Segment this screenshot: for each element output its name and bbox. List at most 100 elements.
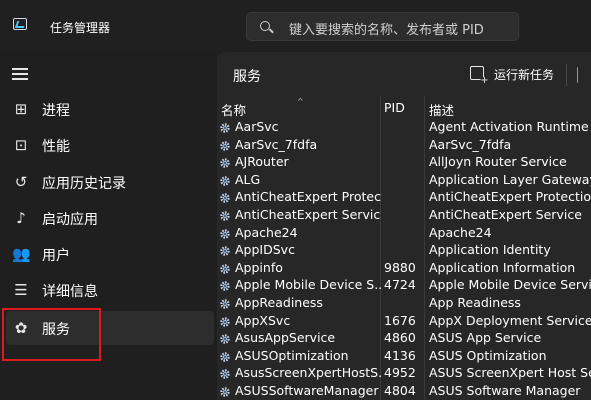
- start-service-icon[interactable]: [577, 67, 586, 81]
- sidebar-item-label: 启动应用: [42, 212, 98, 228]
- service-name: AarSvc: [235, 119, 279, 134]
- gear-icon: [219, 385, 231, 397]
- table-row[interactable]: ALG Application Layer Gateway Serv: [217, 171, 591, 189]
- services-table: 名称 ^ PID 描述 AarSvc Agent Activation Runti…: [217, 96, 591, 400]
- table-row[interactable]: AntiCheatExpert Protec... AntiCheatExpert…: [217, 188, 591, 206]
- table-row[interactable]: AsusScreenXpertHostS... 4952 ASUS ScreenXp…: [217, 364, 591, 382]
- table-header: 名称 ^ PID 描述: [217, 96, 591, 118]
- startup-icon: ♪: [16, 209, 26, 227]
- service-name: Appinfo: [235, 259, 283, 275]
- service-name: ALG: [235, 171, 261, 187]
- sort-up-icon: ^: [297, 97, 304, 106]
- sidebar-item-users[interactable]: 👥 用户: [6, 237, 214, 271]
- service-name: AppIDSvc: [235, 242, 295, 258]
- sidebar-item-label: 性能: [42, 139, 70, 155]
- sidebar-item-processes[interactable]: ⊞ 进程: [6, 92, 214, 126]
- service-description: AllJoyn Router Service: [429, 154, 567, 170]
- sidebar-item-details[interactable]: ☰ 详细信息: [6, 273, 214, 307]
- gear-icon: [219, 121, 231, 133]
- column-header-description[interactable]: 描述: [429, 100, 454, 119]
- service-pid: 4804: [384, 382, 416, 398]
- service-description: ASUS Software Manager: [429, 382, 581, 398]
- service-name: AarSvc_7fdfa: [235, 136, 318, 152]
- table-row[interactable]: AntiCheatExpert Service AntiCheatExpert S…: [217, 206, 591, 224]
- table-row[interactable]: AarSvc_7fdfa AarSvc_7fdfa: [217, 136, 591, 154]
- service-pid: 1676: [384, 312, 416, 328]
- table-row[interactable]: ASUSSoftwareManager 4804 ASUS Software Man…: [217, 382, 591, 400]
- hamburger-menu-icon[interactable]: [12, 68, 28, 80]
- service-description: AntiCheatExpert Protection: [429, 189, 591, 205]
- service-description: Application Information: [429, 259, 576, 275]
- service-name: AJRouter: [235, 154, 289, 170]
- sidebar-item-label: 应用历史记录: [42, 176, 126, 192]
- service-description: Apache24: [429, 224, 492, 240]
- service-name: AsusScreenXpertHostS...: [235, 365, 381, 381]
- gear-icon: [219, 332, 231, 344]
- gear-icon: [219, 279, 231, 292]
- services-panel: 服务 运行新任务 名称 ^ PID 描述 AarSvc Agent Activat…: [217, 52, 591, 400]
- table-row[interactable]: Apple Mobile Device S... 4724 Apple Mobile…: [217, 276, 591, 294]
- service-name: AntiCheatExpert Service: [235, 206, 381, 222]
- run-task-label: 运行新任务: [494, 68, 555, 82]
- service-name: ASUSSoftwareManager: [235, 382, 379, 398]
- service-pid: 4860: [384, 330, 416, 346]
- service-pid: 4952: [384, 365, 416, 381]
- processes-icon: ⊞: [14, 100, 28, 118]
- sidebar-item-history[interactable]: ↺ 应用历史记录: [6, 165, 214, 199]
- gear-icon: [219, 227, 231, 239]
- table-row[interactable]: AarSvc Agent Activation Runtime: [217, 118, 591, 136]
- page-title: 服务: [233, 69, 261, 85]
- column-header-name[interactable]: 名称: [221, 100, 246, 119]
- table-row[interactable]: AsusAppService 4860 ASUS App Service: [217, 329, 591, 347]
- service-description: Application Layer Gateway Serv: [429, 171, 591, 187]
- sidebar-item-label: 详细信息: [42, 284, 98, 300]
- service-description: Agent Activation Runtime: [429, 119, 589, 134]
- performance-icon: ⊡: [14, 136, 28, 154]
- service-name: AntiCheatExpert Protec...: [235, 189, 381, 205]
- gear-icon: [219, 191, 231, 204]
- service-description: Application Identity: [429, 242, 551, 258]
- service-description: AarSvc_7fdfa: [429, 136, 512, 152]
- service-pid: 4724: [384, 277, 416, 293]
- title-bar: 任务管理器 键入要搜索的名称、发布者或 PID: [0, 0, 591, 52]
- run-task-icon: [470, 66, 489, 86]
- sidebar-item-startup[interactable]: ♪ 启动应用: [6, 201, 214, 235]
- gear-icon: [219, 367, 231, 380]
- history-icon: ↺: [14, 173, 28, 191]
- service-name: AsusAppService: [235, 330, 336, 346]
- gear-icon: [219, 350, 231, 362]
- gear-icon: [219, 315, 231, 327]
- service-pid: 4136: [384, 347, 416, 363]
- service-description: ASUS App Service: [429, 330, 542, 346]
- service-name: AppReadiness: [235, 294, 323, 310]
- table-body: AarSvc Agent Activation Runtime AarSvc_7fd…: [217, 118, 591, 400]
- service-name: ASUSOptimization: [235, 347, 349, 363]
- table-row[interactable]: AppIDSvc Application Identity: [217, 241, 591, 259]
- users-icon: 👥: [12, 245, 31, 263]
- table-row[interactable]: Appinfo 9880 Application Information: [217, 259, 591, 277]
- table-row[interactable]: ASUSOptimization 4136 ASUS Optimization: [217, 347, 591, 365]
- gear-icon: [219, 156, 231, 168]
- table-row[interactable]: AJRouter AllJoyn Router Service: [217, 153, 591, 171]
- sidebar-item-performance[interactable]: ⊡ 性能: [6, 128, 214, 162]
- search-icon: [260, 21, 270, 31]
- service-description: AppX Deployment Service (Ap: [429, 312, 591, 328]
- gear-icon: [219, 174, 231, 186]
- service-description: ASUS Optimization: [429, 347, 547, 363]
- gear-icon: [219, 262, 231, 274]
- column-header-pid[interactable]: PID: [384, 100, 405, 115]
- services-highlight-annotation: [2, 308, 101, 361]
- table-row[interactable]: AppXSvc 1676 AppX Deployment Service (Ap: [217, 312, 591, 330]
- sidebar-item-label: 用户: [42, 248, 70, 264]
- table-row[interactable]: AppReadiness App Readiness: [217, 294, 591, 312]
- gear-icon: [219, 297, 231, 309]
- service-name: Apple Mobile Device S...: [235, 277, 381, 293]
- details-icon: ☰: [14, 281, 28, 299]
- gear-icon: [219, 209, 231, 221]
- app-title: 任务管理器: [50, 21, 111, 35]
- search-input[interactable]: 键入要搜索的名称、发布者或 PID: [289, 19, 484, 38]
- gear-icon: [219, 139, 231, 151]
- search-box[interactable]: 键入要搜索的名称、发布者或 PID: [246, 12, 519, 41]
- service-name: Apache24: [235, 224, 298, 240]
- table-row[interactable]: Apache24 Apache24: [217, 224, 591, 242]
